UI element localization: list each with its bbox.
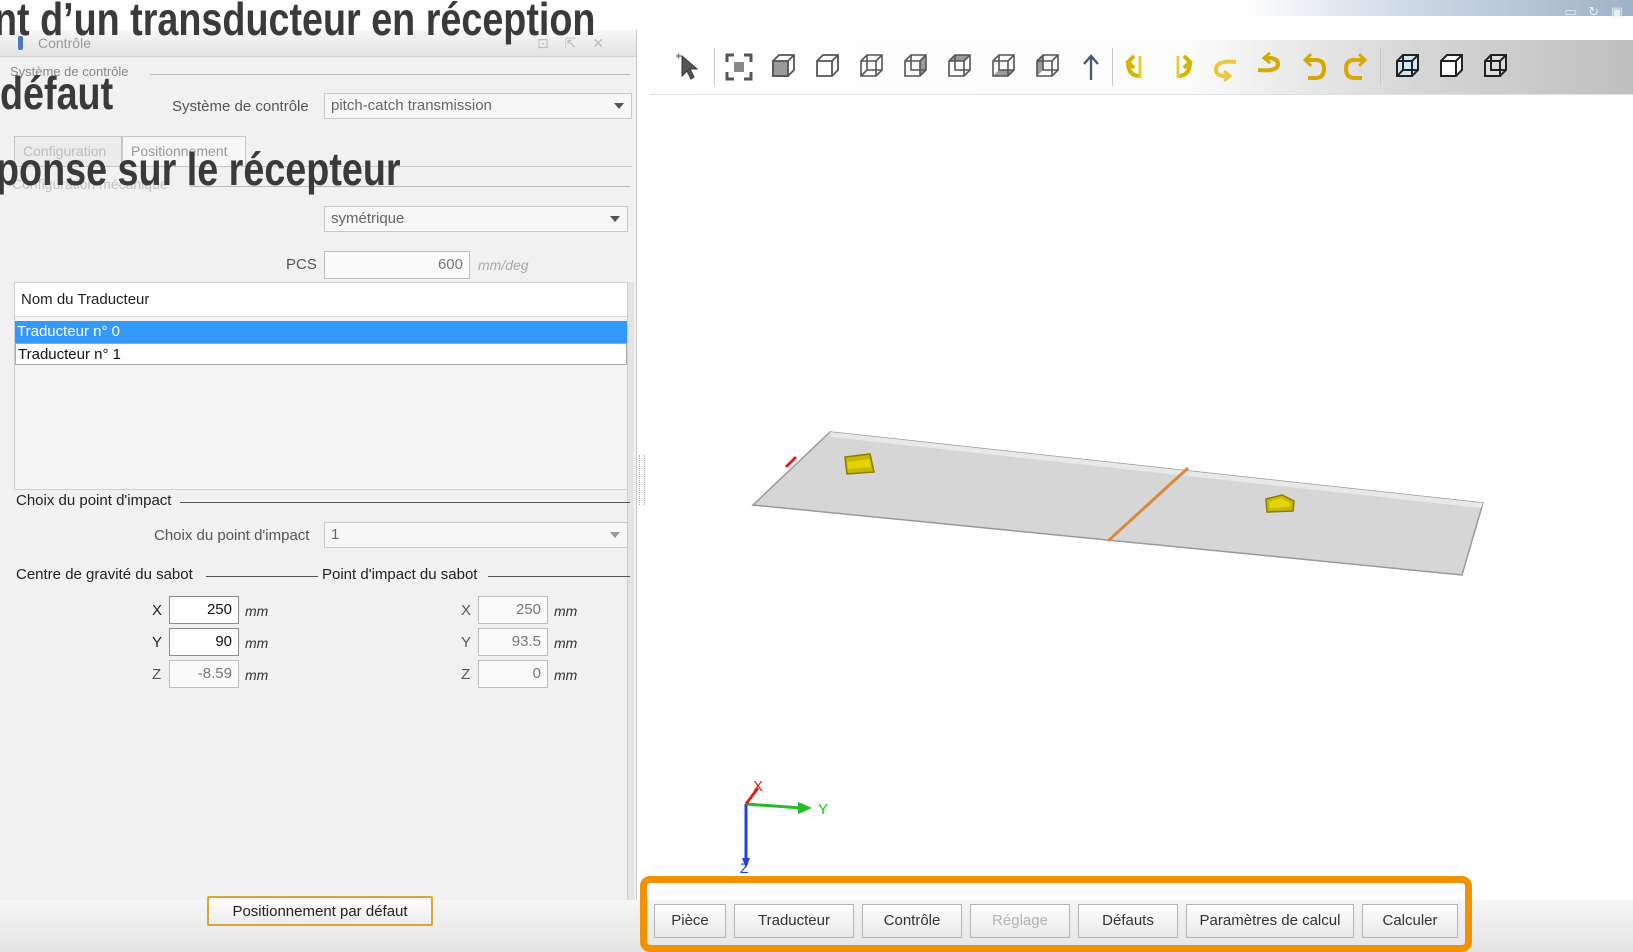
system-select[interactable]: pitch-catch transmission <box>324 93 632 119</box>
render-wireframe-icon[interactable] <box>1434 50 1468 84</box>
axis-triad: X Y Z <box>740 778 828 876</box>
ip-x-unit: mm <box>554 603 578 619</box>
render-hidden-line-icon[interactable] <box>1478 50 1512 84</box>
cog-y-input[interactable]: 90 <box>169 628 239 656</box>
rotate-y-pos-icon[interactable] <box>1252 50 1286 84</box>
pcs-label: PCS <box>286 256 317 273</box>
tab-parametres-calcul[interactable]: Paramètres de calcul <box>1186 904 1354 938</box>
cog-z-input[interactable]: -8.59 <box>169 660 239 688</box>
tab-defauts[interactable]: Défauts <box>1078 904 1178 938</box>
cog-group-label: Centre de gravité du sabot <box>14 566 195 583</box>
view-front-icon[interactable] <box>766 50 800 84</box>
app-window-controls[interactable]: ▭ ↻ ▣ <box>1564 4 1627 20</box>
slide-title-line-3: ponse sur le récepteur <box>0 143 401 195</box>
axis-y-label: Y <box>818 801 828 818</box>
rotate-z-neg-icon[interactable] <box>1296 50 1330 84</box>
pcs-unit: mm/deg <box>478 257 529 273</box>
mech-config-value: symétrique <box>331 210 405 227</box>
view-left-icon[interactable] <box>854 50 888 84</box>
axis-z-label: Z <box>740 860 749 876</box>
axis-y-arrow <box>798 802 812 814</box>
cog-y-unit: mm <box>245 635 269 651</box>
plate-surface <box>751 431 1484 576</box>
list-header[interactable]: Nom du Traducteur <box>15 283 627 317</box>
ip-y-label: Y <box>461 634 472 651</box>
cog-x-unit: mm <box>245 603 269 619</box>
cog-z-label: Z <box>152 666 162 683</box>
cog-x-input[interactable]: 250 <box>169 596 239 624</box>
rotate-y-neg-icon[interactable] <box>1208 50 1242 84</box>
axis-up-icon[interactable] <box>1074 50 1108 84</box>
impact-select-value: 1 <box>331 526 340 543</box>
impact-point-group-label: Point d'impact du sabot <box>320 566 480 583</box>
system-select-value: pitch-catch transmission <box>331 97 492 114</box>
transducer-probe-0[interactable] <box>844 453 875 475</box>
ip-y-input[interactable]: 93.5 <box>478 628 548 656</box>
rotate-x-pos-icon[interactable] <box>1164 50 1198 84</box>
tab-traducteur[interactable]: Traducteur <box>734 904 854 938</box>
slide-title-line-2: défaut <box>0 67 114 119</box>
view-top-icon[interactable] <box>942 50 976 84</box>
default-positioning-button[interactable]: Positionnement par défaut <box>207 896 433 926</box>
pcs-input[interactable]: 600 <box>324 251 470 279</box>
slide-title-line-1: nt d’un transducteur en réception <box>0 0 596 45</box>
axis-y-line <box>745 802 803 810</box>
ip-x-label: X <box>461 602 472 619</box>
view-iso-icon[interactable] <box>1030 50 1064 84</box>
impact-select[interactable]: 1 <box>324 522 628 548</box>
toolbar-separator <box>714 48 715 86</box>
select-pointer-icon[interactable] <box>672 50 706 84</box>
rotate-x-neg-icon[interactable] <box>1120 50 1154 84</box>
group-divider <box>180 502 630 503</box>
toolbar-separator <box>1112 48 1113 86</box>
ip-z-unit: mm <box>554 667 578 683</box>
toolbar-separator <box>1380 48 1381 86</box>
fit-view-icon[interactable] <box>722 50 756 84</box>
render-shaded-icon[interactable] <box>1390 50 1424 84</box>
view-back-icon[interactable] <box>810 50 844 84</box>
ip-x-input[interactable]: 250 <box>478 596 548 624</box>
impact-group-label: Choix du point d'impact <box>14 492 174 509</box>
cog-x-label: X <box>152 602 163 619</box>
chevron-down-icon <box>610 532 620 538</box>
panel-scrollbar[interactable] <box>627 282 634 922</box>
ip-y-unit: mm <box>554 635 578 651</box>
mech-config-select[interactable]: symétrique <box>324 206 628 232</box>
group-divider <box>488 576 630 577</box>
group-divider <box>206 576 318 577</box>
splitter-handle[interactable] <box>639 455 645 505</box>
ip-z-input[interactable]: 0 <box>478 660 548 688</box>
tab-calculer[interactable]: Calculer <box>1362 904 1458 938</box>
system-field-label: Système de contrôle <box>172 98 309 115</box>
transducer-list[interactable]: Nom du Traducteur Traducteur n° 0 Traduc… <box>14 282 628 490</box>
list-item[interactable]: Traducteur n° 0 <box>15 321 627 343</box>
group-divider <box>150 74 630 75</box>
ip-z-label: Z <box>461 666 471 683</box>
tab-controle[interactable]: Contrôle <box>862 904 962 938</box>
tab-reglage: Réglage <box>970 904 1070 938</box>
cog-z-unit: mm <box>245 667 269 683</box>
view-bottom-icon[interactable] <box>986 50 1020 84</box>
rotate-z-pos-icon[interactable] <box>1340 50 1374 84</box>
scene-canvas[interactable]: X Y Z <box>650 94 1633 884</box>
impact-field-label: Choix du point d'impact <box>154 527 310 544</box>
view-right-icon[interactable] <box>898 50 932 84</box>
chevron-down-icon <box>610 216 620 222</box>
cog-y-label: Y <box>152 634 163 651</box>
list-item[interactable]: Traducteur n° 1 <box>15 343 627 365</box>
axis-x-label: X <box>753 778 763 795</box>
view-toolbar <box>650 40 1633 95</box>
chevron-down-icon <box>614 103 624 109</box>
tab-piece[interactable]: Pièce <box>654 904 726 938</box>
